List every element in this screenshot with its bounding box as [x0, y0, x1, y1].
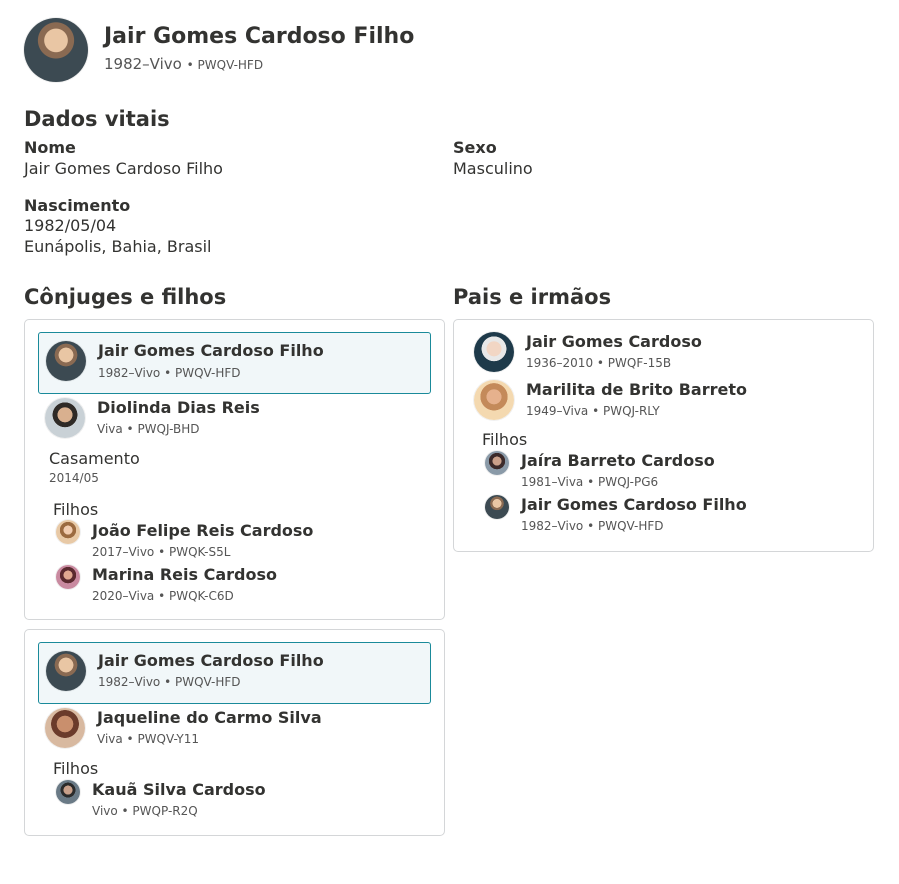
self-name[interactable]: Jair Gomes Cardoso Filho: [98, 651, 324, 670]
child-name[interactable]: João Felipe Reis Cardoso: [92, 521, 313, 540]
spouse-name[interactable]: Diolinda Dias Reis: [97, 398, 260, 417]
sibling-name[interactable]: Jair Gomes Cardoso Filho: [521, 495, 747, 514]
child-meta: Vivo • PWQP-R2Q: [92, 804, 198, 818]
child-meta: 2020–Viva • PWQK-C6D: [92, 589, 234, 603]
spouse-meta: Viva • PWQV-Y11: [97, 732, 199, 746]
spouse-avatar[interactable]: [45, 708, 85, 748]
name-value: Jair Gomes Cardoso Filho: [24, 159, 223, 178]
mother-name[interactable]: Marilita de Brito Barreto: [526, 380, 747, 399]
children-label: Filhos: [53, 500, 99, 519]
siblings-label: Filhos: [482, 430, 528, 449]
marriage-date: 2014/05: [49, 471, 99, 485]
person-summary: 1982–Vivo • PWQV-HFD: [104, 55, 263, 73]
sibling-meta: 1981–Viva • PWQJ-PG6: [521, 475, 659, 489]
spouse-meta: Viva • PWQJ-BHD: [97, 422, 200, 436]
sex-value: Masculino: [453, 159, 533, 178]
sibling-avatar[interactable]: [485, 495, 509, 519]
parents-heading: Pais e irmãos: [453, 285, 612, 309]
birth-date: 1982/05/04: [24, 216, 117, 235]
person-id: • PWQV-HFD: [186, 58, 264, 72]
child-avatar[interactable]: [56, 780, 80, 804]
spouse-avatar[interactable]: [45, 398, 85, 438]
child-avatar[interactable]: [56, 520, 80, 544]
father-avatar[interactable]: [474, 332, 514, 372]
self-meta: 1982–Vivo • PWQV-HFD: [98, 366, 241, 380]
birth-label: Nascimento: [24, 196, 131, 215]
self-meta: 1982–Vivo • PWQV-HFD: [98, 675, 241, 689]
marriage-label: Casamento: [49, 449, 140, 468]
spouses-heading: Cônjuges e filhos: [24, 285, 227, 309]
sibling-meta: 1982–Vivo • PWQV-HFD: [521, 519, 664, 533]
child-name[interactable]: Marina Reis Cardoso: [92, 565, 277, 584]
child-avatar[interactable]: [56, 565, 80, 589]
self-name[interactable]: Jair Gomes Cardoso Filho: [98, 341, 324, 360]
vitals-heading: Dados vitais: [24, 107, 170, 131]
mother-meta: 1949–Viva • PWQJ-RLY: [526, 404, 660, 418]
self-avatar[interactable]: [46, 341, 86, 381]
mother-avatar[interactable]: [474, 380, 514, 420]
father-name[interactable]: Jair Gomes Cardoso: [526, 332, 702, 351]
children-label: Filhos: [53, 759, 99, 778]
profile-avatar: [24, 18, 88, 82]
person-lifespan: 1982–Vivo: [104, 55, 182, 73]
spouse-name[interactable]: Jaqueline do Carmo Silva: [97, 708, 322, 727]
person-name: Jair Gomes Cardoso Filho: [104, 24, 415, 49]
name-label: Nome: [24, 138, 76, 157]
self-avatar[interactable]: [46, 651, 86, 691]
child-meta: 2017–Vivo • PWQK-S5L: [92, 545, 231, 559]
sibling-name[interactable]: Jaíra Barreto Cardoso: [521, 451, 715, 470]
sex-label: Sexo: [453, 138, 497, 157]
sibling-avatar[interactable]: [485, 451, 509, 475]
birth-place: Eunápolis, Bahia, Brasil: [24, 237, 212, 256]
child-name[interactable]: Kauã Silva Cardoso: [92, 780, 266, 799]
father-meta: 1936–2010 • PWQF-15B: [526, 356, 672, 370]
